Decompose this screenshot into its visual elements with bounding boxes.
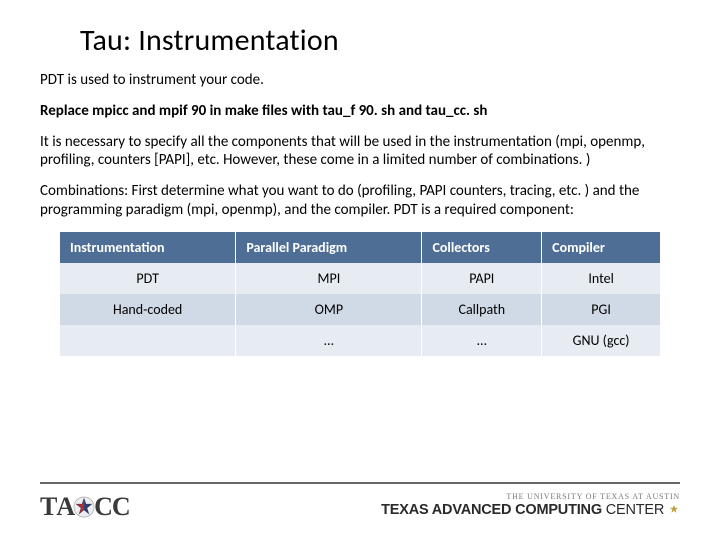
- tacc-square-logo: T A C C: [40, 492, 130, 522]
- cell: [60, 325, 236, 356]
- footer-divider: [40, 482, 680, 484]
- cell: GNU (gcc): [542, 325, 660, 356]
- slide-title: Tau: Instrumentation: [80, 22, 680, 59]
- col-compiler: Compiler: [542, 232, 660, 263]
- tacc-name-b: CENTER: [606, 502, 664, 518]
- cell: MPI: [236, 263, 422, 294]
- cell: PGI: [542, 294, 660, 325]
- cell: …: [236, 325, 422, 356]
- table-row: Hand-coded OMP Callpath PGI: [60, 294, 660, 325]
- logo-letter: C: [112, 492, 130, 522]
- tacc-name: TEXAS ADVANCED COMPUTING CENTER: [381, 502, 680, 518]
- col-instrumentation: Instrumentation: [60, 232, 236, 263]
- university-line: THE UNIVERSITY OF TEXAS AT AUSTIN: [381, 492, 680, 501]
- tacc-full-logo: THE UNIVERSITY OF TEXAS AT AUSTIN TEXAS …: [381, 492, 680, 518]
- paragraph-1: PDT is used to instrument your code.: [40, 71, 680, 90]
- logo-letter: T: [40, 492, 56, 522]
- cell: PDT: [60, 263, 236, 294]
- logo-letter: A: [56, 492, 74, 522]
- cell: OMP: [236, 294, 422, 325]
- texas-star-icon: [669, 504, 679, 514]
- cell: …: [422, 325, 542, 356]
- cell: Hand-coded: [60, 294, 236, 325]
- table-row: PDT MPI PAPI Intel: [60, 263, 660, 294]
- slide: Tau: Instrumentation PDT is used to inst…: [0, 0, 720, 540]
- paragraph-2: Replace mpicc and mpif 90 in make files …: [40, 102, 680, 121]
- body-text: PDT is used to instrument your code. Rep…: [40, 71, 680, 220]
- footer-row: T A C C THE UNIVERSITY OF TEXAS AT AUSTI…: [40, 492, 680, 522]
- table-header-row: Instrumentation Parallel Paradigm Collec…: [60, 232, 660, 263]
- paragraph-3: It is necessary to specify all the compo…: [40, 133, 680, 171]
- paragraph-4: Combinations: First determine what you w…: [40, 182, 680, 220]
- table-row: … … GNU (gcc): [60, 325, 660, 356]
- cell: Callpath: [422, 294, 542, 325]
- cell: PAPI: [422, 263, 542, 294]
- col-collectors: Collectors: [422, 232, 542, 263]
- cell: Intel: [542, 263, 660, 294]
- table-wrap: Instrumentation Parallel Paradigm Collec…: [60, 232, 660, 356]
- components-table: Instrumentation Parallel Paradigm Collec…: [60, 232, 660, 356]
- col-parallel-paradigm: Parallel Paradigm: [236, 232, 422, 263]
- tacc-name-a: TEXAS ADVANCED COMPUTING: [381, 502, 606, 518]
- texas-star-icon: [73, 496, 95, 518]
- footer: T A C C THE UNIVERSITY OF TEXAS AT AUSTI…: [0, 482, 720, 522]
- logo-letter: C: [94, 492, 112, 522]
